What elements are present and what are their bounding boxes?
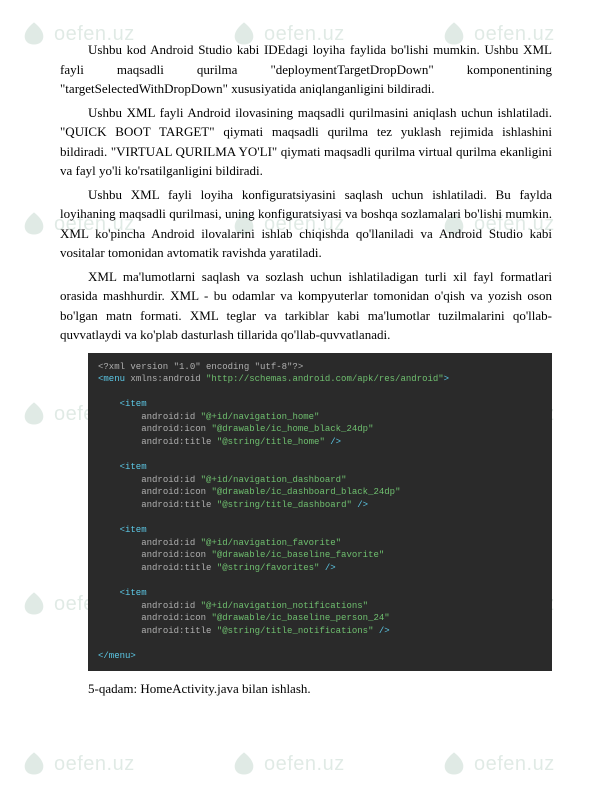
watermark-text: oefen.uz — [54, 753, 135, 776]
paragraph-3: Ushbu XML fayli loyiha konfiguratsiyasin… — [60, 185, 552, 263]
paragraph-1: Ushbu kod Android Studio kabi IDEdagi lo… — [60, 40, 552, 99]
document-content: Ushbu kod Android Studio kabi IDEdagi lo… — [0, 0, 612, 717]
step-5-heading: 5-qadam: HomeActivity.java bilan ishlash… — [60, 681, 552, 697]
xml-code-block: <?xml version "1.0" encoding "utf-8"?> <… — [88, 353, 552, 671]
watermark-text: oefen.uz — [264, 753, 345, 776]
leaf-icon — [440, 750, 468, 778]
watermark-text: oefen.uz — [474, 753, 555, 776]
paragraph-2: Ushbu XML fayli Android ilovasining maqs… — [60, 103, 552, 181]
leaf-icon — [20, 750, 48, 778]
code-xml-decl: <?xml version "1.0" encoding "utf-8"?> — [98, 362, 303, 372]
leaf-icon — [230, 750, 258, 778]
paragraph-4: XML ma'lumotlarni saqlash va sozlash uch… — [60, 267, 552, 345]
